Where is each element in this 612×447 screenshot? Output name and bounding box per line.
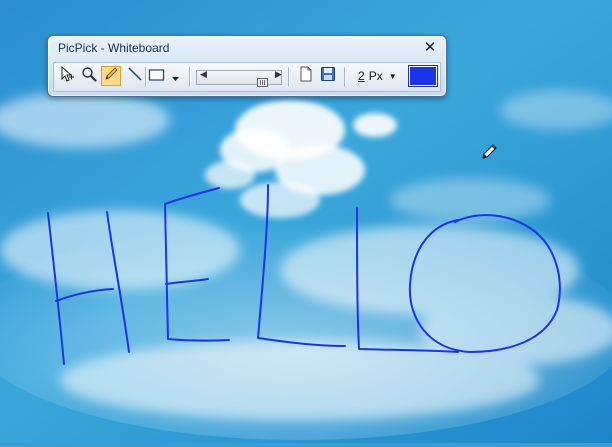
pencil-cursor-icon — [481, 142, 497, 160]
picpick-whiteboard-window[interactable]: PicPick - Whiteboard ✕ ◀ ▶ 2 Px ▼ — [47, 35, 447, 97]
line-icon — [127, 66, 143, 86]
opacity-slider[interactable] — [196, 70, 282, 87]
chevron-down-icon: ▼ — [388, 71, 397, 81]
rectangle-icon — [148, 67, 166, 86]
toolbar-separator — [145, 67, 147, 87]
whiteboard-toolstrip: ◀ ▶ 2 Px ▼ — [53, 62, 441, 92]
slider-thumb[interactable] — [257, 72, 268, 87]
new-document-icon — [299, 66, 313, 86]
toolbar-separator — [344, 67, 346, 87]
save-icon — [320, 66, 336, 86]
zoom-tool-button[interactable] — [79, 66, 99, 86]
pencil-icon — [103, 66, 119, 86]
pencil-tool-button[interactable] — [101, 66, 121, 86]
select-arrow-icon — [59, 65, 75, 86]
pen-size-unit: Px — [368, 69, 383, 83]
toolbar-separator — [189, 67, 191, 87]
pen-size-dropdown[interactable]: 2 Px ▼ — [352, 67, 400, 85]
window-title: PicPick - Whiteboard — [58, 41, 170, 55]
close-button[interactable]: ✕ — [422, 38, 438, 56]
save-button[interactable] — [318, 66, 338, 86]
slider-left-arrow-icon[interactable]: ◀ — [200, 70, 207, 80]
line-tool-button[interactable] — [125, 66, 145, 86]
new-button[interactable] — [296, 66, 316, 86]
title-bar[interactable]: PicPick - Whiteboard ✕ — [48, 36, 446, 60]
zoom-icon — [81, 66, 97, 86]
toolbar-separator — [288, 67, 290, 87]
chevron-down-icon — [172, 67, 179, 86]
slider-right-arrow-icon[interactable]: ▶ — [275, 70, 282, 80]
select-tool-button[interactable] — [57, 65, 77, 86]
pen-color-swatch[interactable] — [408, 65, 438, 87]
shape-dropdown[interactable] — [148, 66, 182, 86]
pen-size-value: 2 — [358, 69, 365, 83]
